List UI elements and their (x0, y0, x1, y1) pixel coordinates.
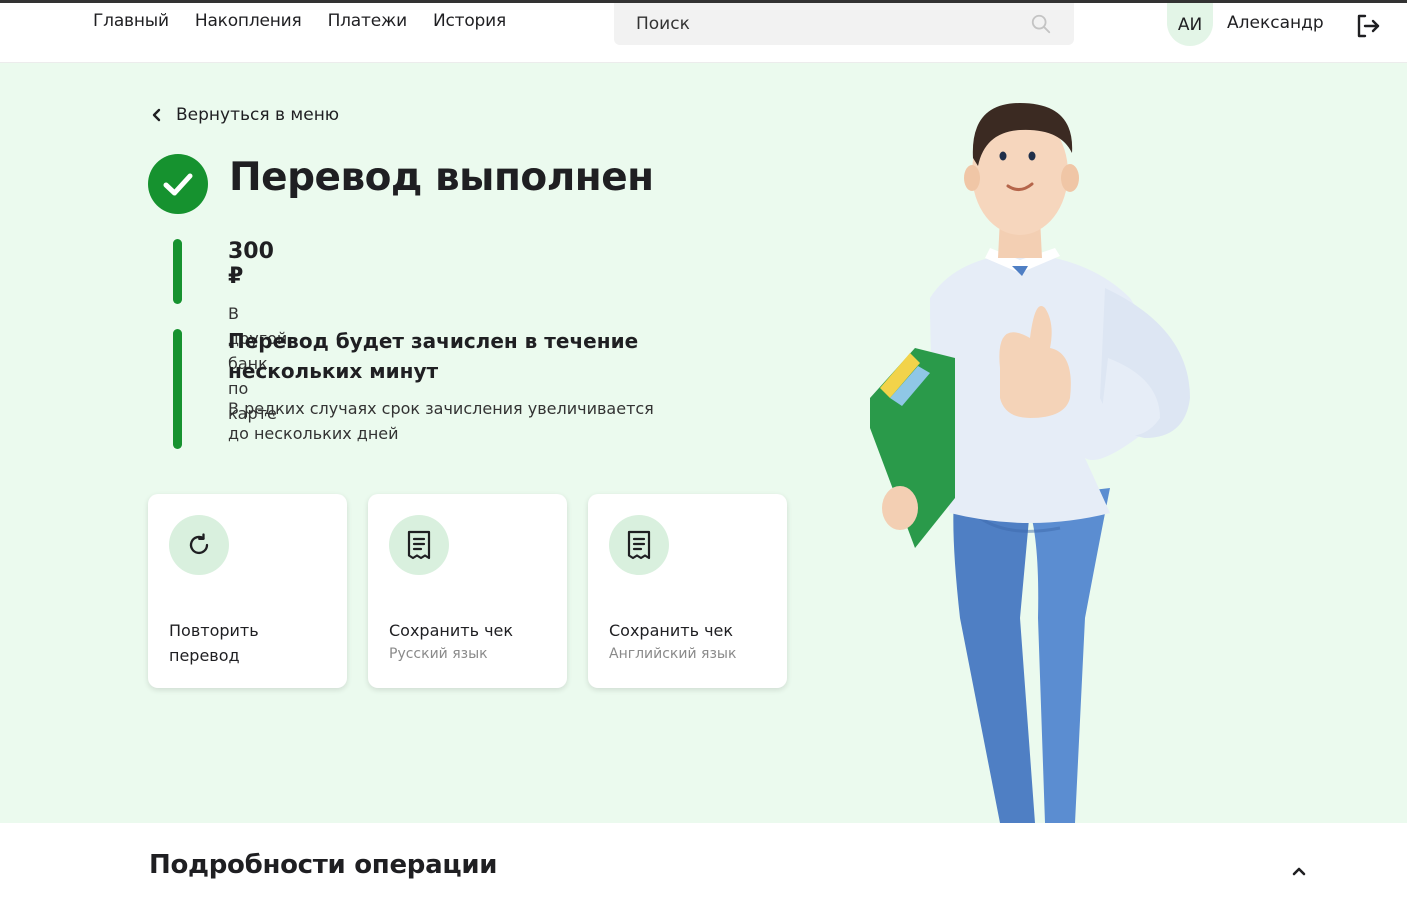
save-receipt-en-card[interactable]: Сохранить чек Английский язык (588, 494, 787, 688)
transfer-amount: 300 ₽ (228, 239, 274, 289)
note-text: Перевод будет зачислен в течение несколь… (228, 326, 708, 446)
nav-item-history[interactable]: История (433, 11, 506, 31)
note-title-line2: нескольких минут (228, 359, 439, 383)
card-label: Сохранить чек (389, 621, 514, 640)
chevron-up-icon[interactable] (1289, 861, 1309, 881)
card-sub: Русский язык (389, 646, 488, 662)
save-receipt-ru-card[interactable]: Сохранить чек Русский язык (368, 494, 567, 688)
check-circle-icon (148, 154, 208, 214)
receipt-icon (627, 530, 651, 560)
card-sub: Английский язык (609, 646, 737, 662)
avatar[interactable]: АИ (1167, 3, 1213, 46)
repeat-transfer-card[interactable]: Повторить перевод (148, 494, 347, 688)
note-desc-line2: до нескольких дней (228, 424, 399, 443)
search-input[interactable] (636, 14, 1030, 34)
refresh-icon (189, 533, 209, 555)
note-title-line1: Перевод будет зачислен в течение (228, 329, 639, 353)
main-nav: Главный Накопления Платежи История (93, 11, 506, 31)
chevron-left-icon (152, 108, 161, 122)
details-title: Подробности операции (149, 850, 498, 880)
nav-item-main[interactable]: Главный (93, 11, 169, 31)
back-label: Вернуться в меню (176, 105, 340, 125)
card-icon-bg (389, 515, 449, 575)
operation-details-section: Подробности операции (0, 823, 1407, 915)
logout-icon[interactable] (1354, 12, 1382, 40)
nav-item-payments[interactable]: Платежи (328, 11, 408, 31)
top-header: Главный Накопления Платежи История АИ Ал… (0, 0, 1407, 63)
nav-item-savings[interactable]: Накопления (195, 11, 302, 31)
card-label: перевод (169, 646, 240, 665)
status-bar (173, 239, 182, 304)
back-to-menu-link[interactable]: Вернуться в меню (152, 105, 339, 125)
card-text: Сохранить чек Русский язык (389, 618, 554, 665)
card-label: Повторить (169, 621, 259, 640)
status-bar (173, 329, 182, 449)
note-desc-line1: В редких случаях срок зачисления увеличи… (228, 399, 654, 418)
card-label: Сохранить чек (609, 621, 734, 640)
receipt-icon (407, 530, 431, 560)
success-hero: Вернуться в меню Перевод выполнен 300 ₽ … (0, 63, 1407, 823)
page-title: Перевод выполнен (229, 155, 654, 200)
card-icon-bg (609, 515, 669, 575)
card-text: Сохранить чек Английский язык (609, 618, 774, 665)
character-illustration (870, 103, 1190, 823)
card-icon-bg (169, 515, 229, 575)
search-icon[interactable] (1030, 13, 1052, 35)
user-name[interactable]: Александр (1227, 13, 1324, 33)
action-cards: Повторить перевод Сохранить чек Русский … (148, 494, 787, 688)
search-bar (614, 3, 1074, 45)
card-text: Повторить перевод (169, 618, 334, 668)
